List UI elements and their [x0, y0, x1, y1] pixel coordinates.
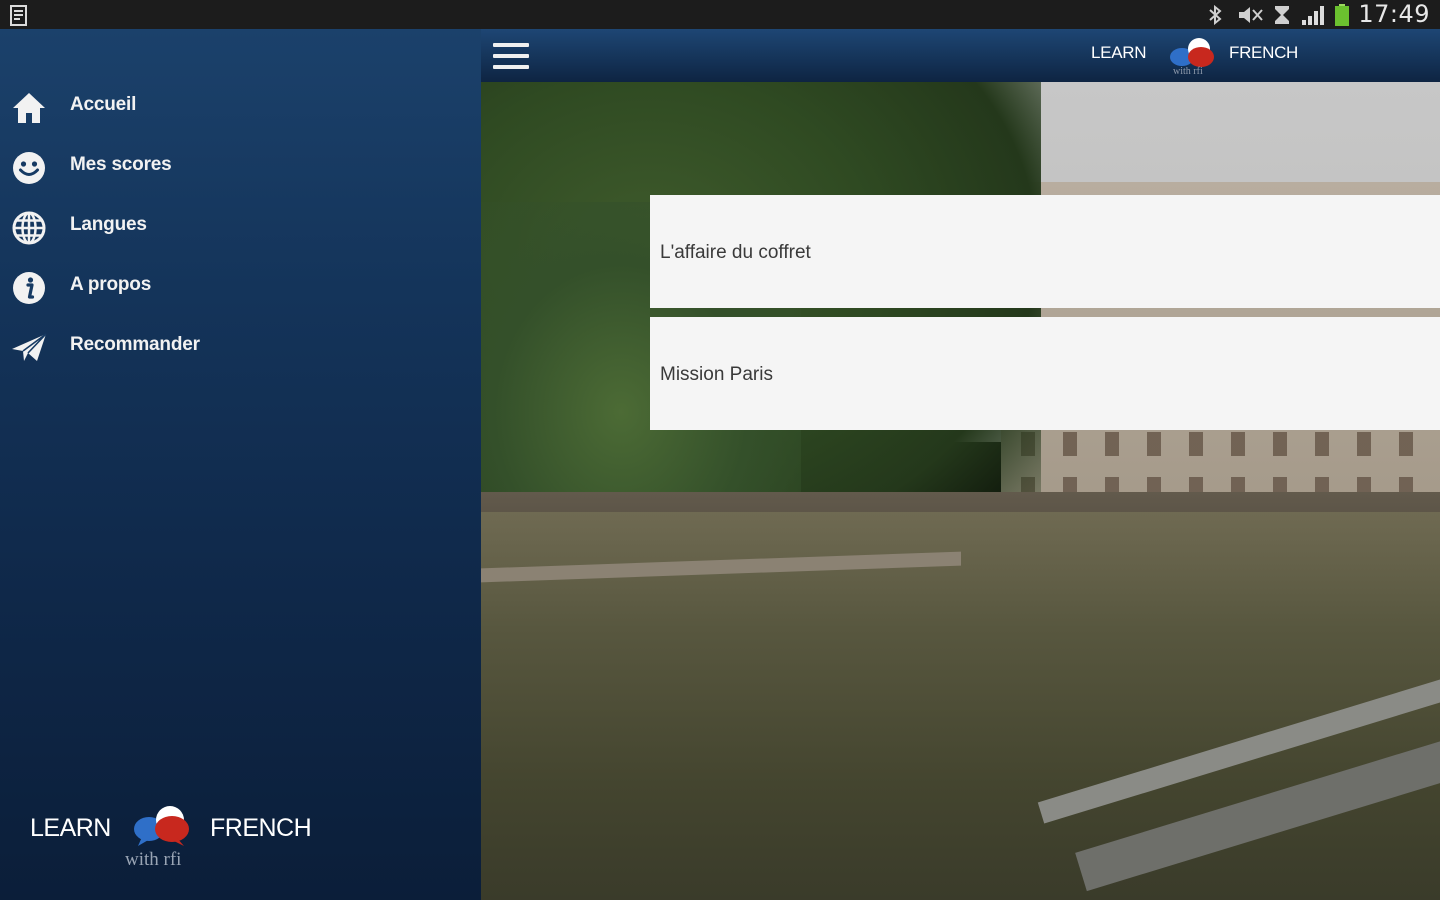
drawer-logo: LEARN FRENCH with rfi	[28, 799, 328, 879]
logo-learn-text: LEARN	[1091, 43, 1147, 62]
alarm-icon	[1275, 5, 1290, 24]
status-clock: 17:49	[1358, 0, 1430, 28]
signal-icon	[1302, 5, 1325, 25]
card-title: L'affaire du coffret	[660, 242, 811, 263]
drawer-item-label: Accueil	[70, 94, 137, 115]
globe-icon	[10, 209, 48, 247]
drawer-item-label: Recommander	[70, 334, 200, 355]
story-card-mission-paris[interactable]: Mission Paris	[650, 317, 1440, 430]
smiley-icon	[10, 149, 48, 187]
menu-icon[interactable]	[493, 43, 529, 69]
drawer-item-accueil[interactable]: Accueil	[0, 79, 481, 135]
drawer-item-label: Mes scores	[70, 154, 172, 175]
drawer-item-label: A propos	[70, 274, 152, 295]
logo-subtitle: with rfi	[1173, 66, 1203, 77]
card-title: Mission Paris	[660, 364, 773, 385]
status-icons: 17:49	[1204, 0, 1430, 29]
app-logo: LEARN FRENCH with rfi	[1091, 29, 1321, 82]
drawer-item-recommander[interactable]: Recommander	[0, 319, 481, 375]
home-icon	[10, 89, 48, 127]
status-bar: 17:49	[0, 0, 1440, 29]
navigation-drawer: Accueil Mes scores Langues A propos Reco…	[0, 29, 481, 900]
story-card-laffaire-du-coffret[interactable]: L'affaire du coffret	[650, 195, 1440, 308]
battery-icon	[1335, 3, 1350, 26]
drawer-item-langues[interactable]: Langues	[0, 199, 481, 255]
mute-icon	[1239, 6, 1264, 23]
notification-icon	[10, 5, 27, 26]
logo-subtitle: with rfi	[125, 849, 182, 870]
drawer-item-a-propos[interactable]: A propos	[0, 259, 481, 315]
send-icon	[10, 329, 48, 367]
drawer-item-mes-scores[interactable]: Mes scores	[0, 139, 481, 195]
logo-learn-text: LEARN	[30, 814, 111, 842]
logo-french-text: FRENCH	[210, 814, 312, 842]
logo-french-text: FRENCH	[1229, 43, 1299, 62]
action-bar: LEARN FRENCH with rfi	[481, 29, 1440, 82]
drawer-item-label: Langues	[70, 214, 147, 235]
speech-bubbles-icon	[134, 806, 189, 846]
info-icon	[10, 269, 48, 307]
bluetooth-icon	[1209, 4, 1222, 25]
